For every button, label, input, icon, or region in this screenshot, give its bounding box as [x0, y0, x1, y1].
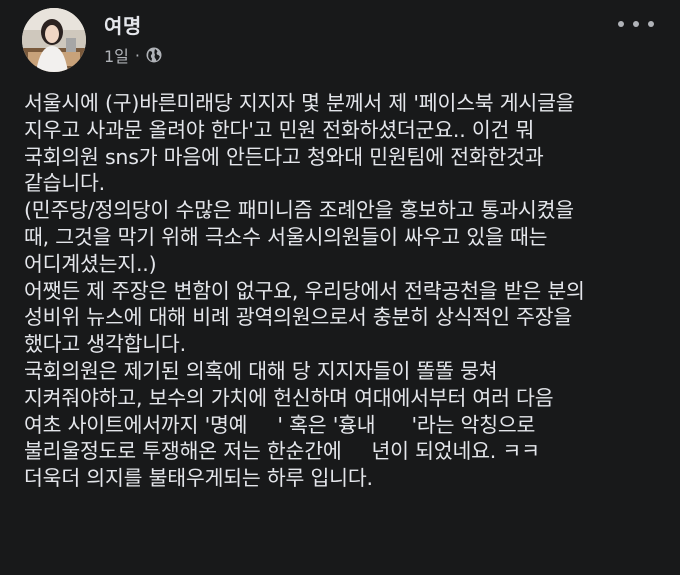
- post-line: 했다고 생각합니다.: [24, 332, 186, 357]
- more-horizontal-icon: [618, 21, 624, 27]
- author-name[interactable]: 여명: [104, 10, 142, 39]
- post-line: 지켜줘야하고, 보수의 가치에 헌신하며 여대에서부터 여러 다음: [24, 385, 554, 410]
- globe-icon[interactable]: [146, 47, 162, 63]
- post-line: 서울시에 (구)바른미래당 지지자 몇 분께서 제 '페이스북 게시글을: [24, 91, 575, 115]
- post-line: 불리울정도로 투쟁해온 저는 한순간에 년이 되었네요. ㅋㅋ: [24, 438, 664, 465]
- post-text-segment: ' 혹은 '흉내: [277, 412, 376, 437]
- post-line: 국회의원 sns가 마음에 안든다고 청와대 민원팀에 전화한것과: [24, 144, 544, 169]
- post-text-segment: 년이 되었네요. ㅋㅋ: [371, 439, 540, 464]
- more-options-button[interactable]: [618, 12, 654, 36]
- post-text-segment: 여초 사이트에서까지 '명예: [24, 412, 248, 437]
- post-text-segment: 불리울정도로 투쟁해온 저는 한순간에: [24, 439, 342, 464]
- post-line: 성비위 뉴스에 대해 비례 광역의원으로서 충분히 상식적인 주장을: [24, 305, 573, 330]
- post-line: 때, 그것을 막기 위해 극소수 서울시의원들이 싸우고 있을 때는: [24, 224, 548, 249]
- post-body: 서울시에 (구)바른미래당 지지자 몇 분께서 제 '페이스북 게시글을 지우고…: [24, 90, 664, 492]
- post-meta: 1일 ·: [104, 44, 162, 66]
- meta-separator: ·: [134, 45, 140, 65]
- post-header: 여명 1일 ·: [0, 0, 680, 80]
- post-line: 어디계셨는지..): [24, 251, 157, 276]
- post-line: 어쨋든 제 주장은 변함이 없구요, 우리당에서 전략공천을 받은 분의: [24, 278, 585, 303]
- avatar[interactable]: [22, 8, 86, 72]
- post-line: (민주당/정의당이 수많은 패미니즘 조례안을 홍보하고 통과시켰을: [24, 198, 574, 223]
- post-line: 여초 사이트에서까지 '명예 ' 혹은 '흉내 '라는 악칭으로: [24, 412, 664, 439]
- post-text-segment: '라는 악칭으로: [411, 412, 536, 437]
- post-time[interactable]: 1일: [104, 43, 129, 67]
- post-line: 더욱더 의지를 불태우게되는 하루 입니다.: [24, 466, 373, 491]
- post-line: 국회의원은 제기된 의혹에 대해 당 지지자들이 똘똘 뭉쳐: [24, 358, 498, 383]
- profile-photo: [22, 8, 86, 72]
- post-line: 지우고 사과문 올려야 한다'고 민원 전화하셨더군요.. 이건 뭐: [24, 117, 535, 142]
- post-line: 같습니다.: [24, 171, 105, 196]
